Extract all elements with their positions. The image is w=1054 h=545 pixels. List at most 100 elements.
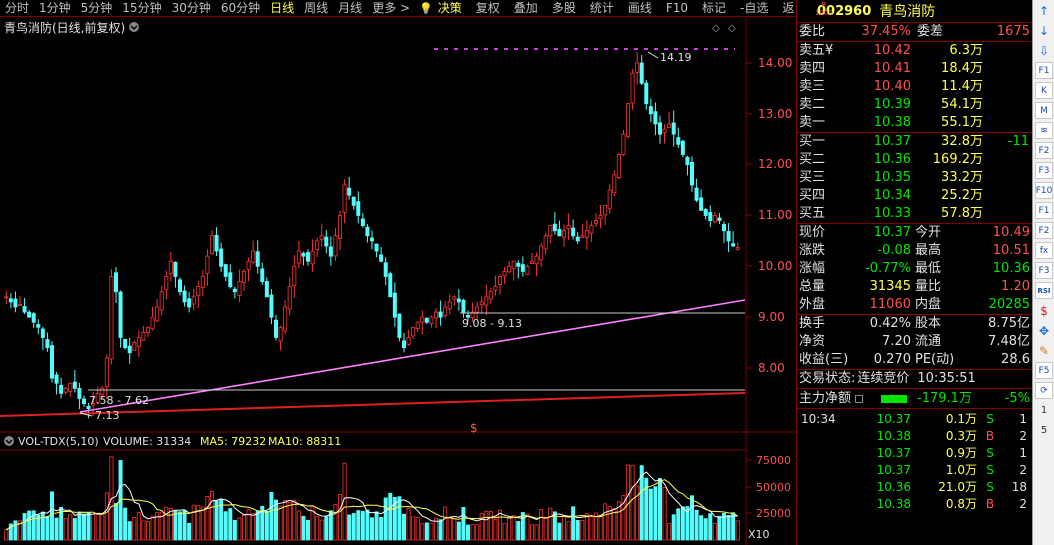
f2-icon[interactable]: F2	[1035, 222, 1053, 239]
candle-body	[196, 286, 201, 296]
high-annotation: 14.19	[660, 51, 692, 64]
five-icon[interactable]: 5	[1035, 422, 1053, 439]
tab-30min[interactable]: 30分钟	[167, 0, 216, 16]
volume-bar	[575, 520, 580, 541]
f5-icon[interactable]: F5	[1035, 362, 1053, 379]
draw-line-button[interactable]: 画线	[623, 0, 657, 16]
candle-body	[173, 261, 178, 277]
tab-60min[interactable]: 60分钟	[216, 0, 265, 16]
candle-body	[319, 235, 324, 240]
kline-icon[interactable]: K	[1035, 82, 1053, 99]
mark-button[interactable]: 标记	[697, 0, 731, 16]
tab-fenshi[interactable]: 分时	[0, 0, 34, 16]
candle-body	[337, 215, 342, 239]
tick-list[interactable]: 10:34 10.37 0.1万 S 1 10.38 0.3万 B 2 10.37 0.9万 S 1…	[797, 408, 1032, 513]
candle-body	[731, 243, 736, 247]
dollar-icon[interactable]: $	[1035, 302, 1053, 319]
stock-name[interactable]: 青鸟消防	[879, 1, 935, 21]
refresh-icon[interactable]: ⟳	[1035, 382, 1053, 399]
diamond-icon[interactable]: ◇	[712, 23, 720, 34]
move-icon[interactable]: ✥	[1035, 322, 1053, 339]
pencil-icon[interactable]: ✎	[1035, 342, 1053, 359]
multi-stock-button[interactable]: 多股	[547, 0, 581, 16]
back-button[interactable]: 返回	[777, 0, 795, 16]
tab-weekly[interactable]: 周线	[299, 0, 333, 16]
volume-bar	[45, 515, 50, 541]
f10-button[interactable]: F10	[661, 0, 693, 16]
candle-body	[594, 220, 599, 224]
f10-icon[interactable]: F10	[1035, 182, 1053, 199]
arrow-up-icon[interactable]: ↑	[1035, 2, 1053, 19]
flow-toggle-icon[interactable]	[855, 395, 864, 403]
ask-row[interactable]: 卖一 10.38 55.1万	[797, 114, 1032, 132]
ask-row[interactable]: 卖四 10.41 18.4万	[797, 60, 1032, 78]
tab-daily[interactable]: 日线	[265, 0, 299, 16]
candle-body	[411, 326, 416, 337]
decision-button[interactable]: 决策	[433, 0, 467, 16]
tab-15min[interactable]: 15分钟	[117, 0, 166, 16]
bid-row[interactable]: 买三 10.35 33.2万	[797, 169, 1032, 187]
candle-body	[255, 251, 260, 267]
candle-body	[726, 231, 731, 242]
candle-body	[383, 262, 388, 277]
ask-row[interactable]: 卖三 10.40 11.4万	[797, 78, 1032, 96]
arrow-down-double-icon[interactable]: ⇩	[1035, 42, 1053, 59]
wave-icon[interactable]: ≋	[1035, 122, 1053, 139]
candle-body	[388, 273, 393, 298]
volume-bar	[132, 517, 137, 541]
remove-watchlist-button[interactable]: -自选	[735, 0, 773, 16]
formula-icon[interactable]: fx	[1035, 242, 1053, 259]
bid-row[interactable]: 买二 10.36 169.2万	[797, 151, 1032, 169]
f3-icon[interactable]: F3	[1035, 262, 1053, 279]
bid-price: 10.33	[873, 206, 911, 221]
volume-bar	[731, 512, 736, 541]
f2-icon[interactable]: F2	[1035, 142, 1053, 159]
bid-row[interactable]: 买五 10.33 57.8万	[797, 205, 1032, 223]
tab-5min[interactable]: 5分钟	[76, 0, 118, 16]
bid-change: -11	[1007, 134, 1029, 149]
candle-body	[475, 306, 480, 313]
statistics-button[interactable]: 统计	[585, 0, 619, 16]
bid-row[interactable]: 买一 10.37 32.8万 -11	[797, 133, 1032, 151]
candle-body	[539, 245, 544, 261]
f3-icon[interactable]: F3	[1035, 162, 1053, 179]
stat-row: 涨幅 -0.77% 最低 10.36	[797, 260, 1032, 278]
candle-body	[36, 324, 41, 328]
tick-count: 2	[1019, 497, 1027, 511]
candle-body	[447, 301, 452, 310]
candle-body	[72, 381, 77, 389]
candle-body	[534, 255, 539, 265]
restore-rights-button[interactable]: 复权	[471, 0, 505, 16]
minute-chart-icon[interactable]: M	[1035, 102, 1053, 119]
tab-1min[interactable]: 1分钟	[34, 0, 76, 16]
f1-icon[interactable]: F1	[1035, 202, 1053, 219]
tick-time	[797, 445, 841, 462]
tick-row: 10:34 10.37 0.1万 S 1	[797, 411, 1032, 428]
volume-bar	[534, 524, 539, 541]
bid-row[interactable]: 买四 10.34 25.2万	[797, 187, 1032, 205]
volume-bar	[301, 515, 306, 541]
rsi-icon[interactable]: RSI	[1035, 282, 1053, 299]
tick-time	[797, 462, 841, 479]
overlay-button[interactable]: 叠加	[509, 0, 543, 16]
kline-chart[interactable]: 青鸟消防(日线,前复权) ◇ ◇ 14.00 13.00 12.00 11.00…	[0, 18, 795, 545]
stat-value: 7.48亿	[988, 334, 1030, 349]
tick-price: 10.37	[876, 463, 911, 477]
one-icon[interactable]: 1	[1035, 402, 1053, 419]
tab-more[interactable]: 更多 >	[367, 0, 415, 16]
weibi-value: 37.45%	[861, 24, 911, 39]
ask-volume: 18.4万	[941, 61, 983, 76]
chevron-down-icon[interactable]	[129, 22, 139, 32]
f1-icon[interactable]: F1	[1035, 62, 1053, 79]
tab-monthly[interactable]: 月线	[333, 0, 367, 16]
arrow-down-icon[interactable]: ↓	[1035, 22, 1053, 39]
stat-label: 收益(三)	[799, 352, 849, 367]
ask-price: 10.38	[873, 115, 911, 130]
ask-row[interactable]: 卖二 10.39 54.1万	[797, 96, 1032, 114]
stat-row: 现价 10.37 今开 10.49	[797, 224, 1032, 242]
candle-body	[369, 237, 374, 242]
settings-icon[interactable]: ◇	[728, 23, 736, 34]
chevron-down-icon[interactable]	[4, 436, 14, 446]
ask-row[interactable]: 卖五¥ 10.42 6.3万	[797, 42, 1032, 60]
price-stats: 现价 10.37 今开 10.49 涨跌 -0.08 最高 10.51 涨幅 -0.77% 最低…	[797, 223, 1032, 314]
